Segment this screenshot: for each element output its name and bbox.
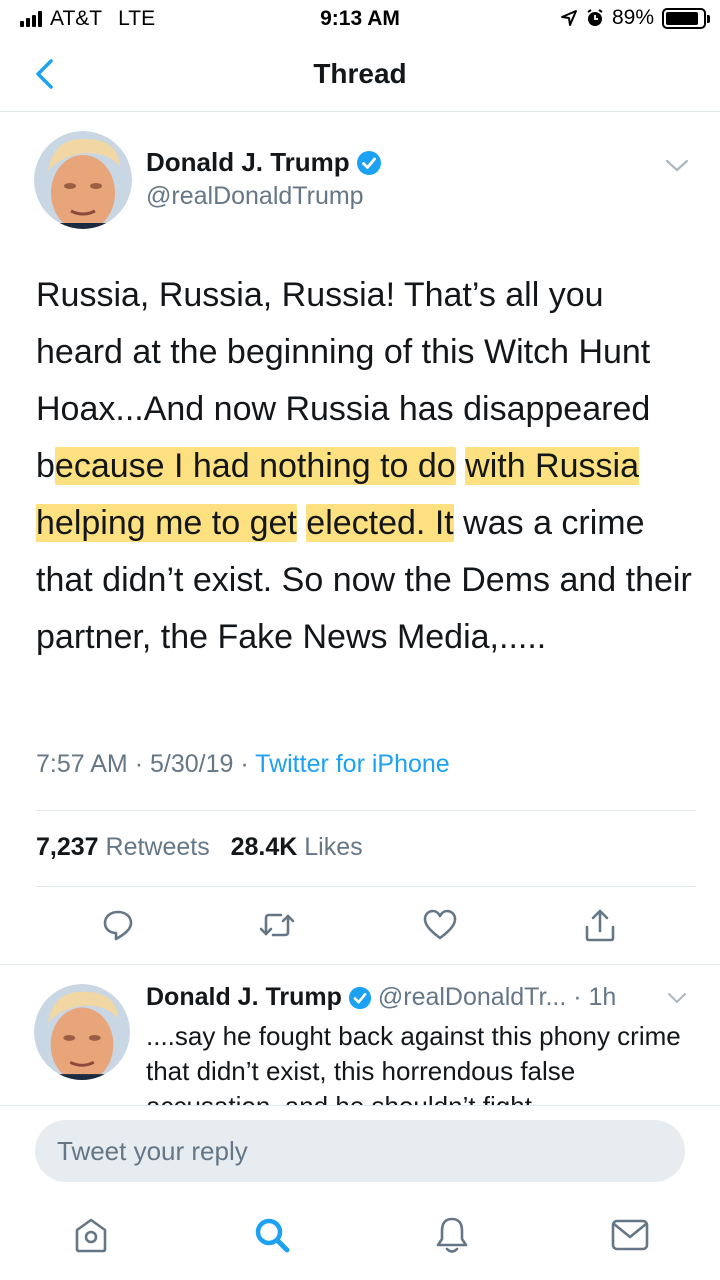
tweet-stats: 7,237 Retweets 28.4K Likes bbox=[36, 833, 363, 862]
home-icon bbox=[75, 1218, 107, 1253]
meta-separator: · bbox=[240, 750, 249, 778]
search-icon bbox=[255, 1218, 290, 1253]
retweets-label: Retweets bbox=[105, 833, 210, 861]
notifications-icon bbox=[436, 1217, 468, 1253]
battery-percent: 89% bbox=[611, 6, 654, 29]
battery-level bbox=[666, 11, 699, 25]
tab-bar bbox=[0, 1195, 720, 1280]
like-icon bbox=[423, 909, 457, 940]
tweet-action-bar bbox=[0, 905, 720, 949]
tweet-source-link[interactable]: Twitter for iPhone bbox=[255, 750, 450, 778]
chevron-down-icon[interactable] bbox=[666, 990, 688, 1006]
verified-badge-icon bbox=[356, 150, 381, 175]
likes-count: 28.4K bbox=[230, 833, 298, 861]
messages-icon bbox=[611, 1219, 649, 1251]
status-bar: AT&T LTE 9:13 AM 89% bbox=[0, 0, 720, 38]
page-title: Thread bbox=[313, 58, 407, 89]
tab-home[interactable] bbox=[69, 1213, 113, 1257]
divider bbox=[0, 964, 720, 965]
highlighted-text: elected. It bbox=[306, 504, 454, 542]
divider bbox=[36, 886, 696, 887]
author-avatar[interactable] bbox=[34, 131, 132, 229]
retweets-count: 7,237 bbox=[36, 833, 99, 861]
reply-text[interactable]: ....say he fought back against this phon… bbox=[146, 1019, 686, 1105]
reply-author-name[interactable]: Donald J. Trump bbox=[146, 983, 342, 1012]
likes-stat[interactable]: 28.4K Likes bbox=[231, 833, 363, 861]
share-button[interactable] bbox=[580, 905, 620, 945]
avatar-image bbox=[34, 131, 132, 229]
meta-separator: · bbox=[134, 750, 144, 778]
verified-badge-icon bbox=[348, 986, 371, 1009]
highlighted-text: ecause I had nothing to do bbox=[54, 447, 456, 485]
reply-input[interactable] bbox=[35, 1120, 685, 1182]
tweet-date: 5/30/19 bbox=[149, 750, 234, 778]
navigation-bar: Thread bbox=[0, 40, 720, 112]
retweet-button[interactable] bbox=[257, 905, 297, 945]
reply-header: Donald J. Trump @realDonaldTr... · 1h bbox=[146, 983, 616, 1012]
alarm-clock-icon bbox=[587, 9, 603, 26]
retweet-icon bbox=[259, 913, 295, 937]
battery-icon bbox=[662, 7, 710, 29]
tweet-time: 7:57 AM bbox=[36, 750, 128, 778]
likes-label: Likes bbox=[304, 833, 363, 861]
tab-messages[interactable] bbox=[608, 1213, 652, 1257]
author-handle[interactable]: @realDonaldTrump bbox=[146, 182, 364, 211]
reply-button[interactable] bbox=[98, 905, 138, 945]
status-indicators: 89% bbox=[560, 6, 710, 30]
avatar-image bbox=[34, 984, 130, 1080]
reply-author-avatar[interactable] bbox=[34, 984, 130, 1080]
like-button[interactable] bbox=[420, 905, 460, 945]
author-name-text: Donald J. Trump bbox=[146, 147, 350, 177]
location-arrow-icon bbox=[560, 10, 577, 26]
tab-search[interactable] bbox=[250, 1213, 294, 1257]
divider bbox=[36, 810, 696, 811]
reply-meta: @realDonaldTr... · 1h bbox=[377, 983, 617, 1011]
retweets-stat[interactable]: 7,237 Retweets bbox=[36, 833, 210, 861]
tweet-text: Russia, Russia, Russia! That’s all you h… bbox=[36, 267, 696, 666]
share-icon bbox=[585, 909, 615, 942]
chevron-down-icon[interactable] bbox=[664, 156, 690, 176]
tweet-metadata: 7:57 AM · 5/30/19 · Twitter for iPhone bbox=[36, 750, 450, 779]
tab-notifications[interactable] bbox=[430, 1213, 474, 1257]
reply-icon bbox=[103, 910, 133, 941]
author-name[interactable]: Donald J. Trump bbox=[146, 147, 382, 178]
reply-composer bbox=[0, 1105, 720, 1195]
